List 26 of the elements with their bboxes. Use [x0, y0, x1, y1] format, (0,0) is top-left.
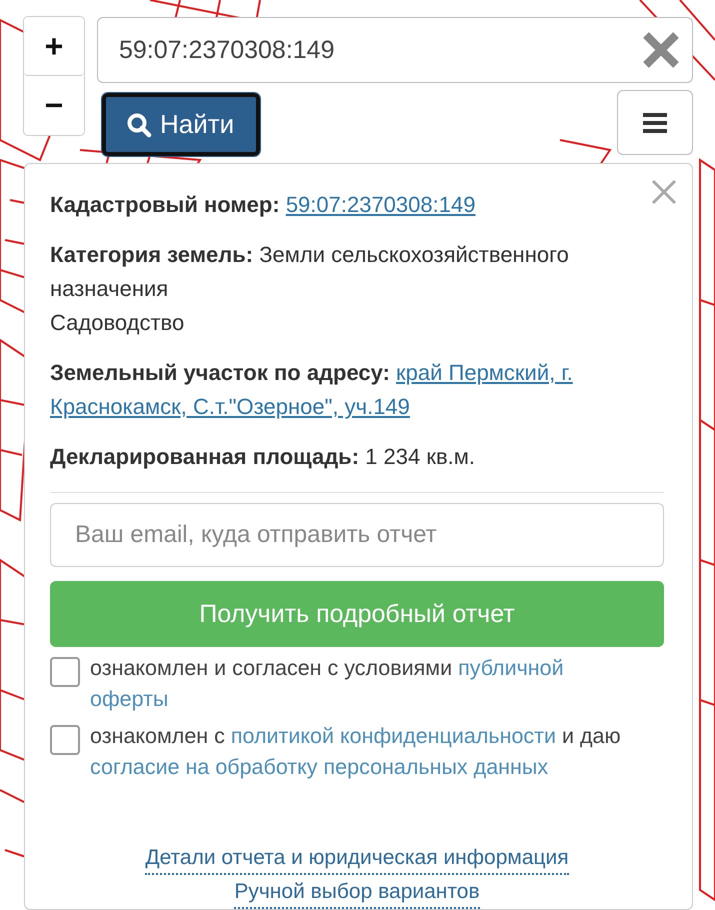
search-field[interactable]: 59:07:2370308:149 — [97, 17, 693, 83]
consent-link[interactable]: оферты — [90, 687, 168, 711]
info-row-text: Земельный участок по адресу: край Пермский, г. Краснокамск, С.т."Озерное", уч.149 — [50, 359, 574, 421]
report-button[interactable]: Получить подробный отчет — [50, 581, 664, 647]
consent-link[interactable]: публичной — [458, 656, 564, 680]
info-link[interactable]: Краснокамск, С.т."Озерное", уч.149 — [50, 394, 410, 419]
search-icon — [126, 112, 152, 138]
zoom-in-button[interactable]: + — [24, 17, 84, 76]
close-button[interactable] — [650, 178, 678, 206]
footer-link[interactable]: Детали отчета и юридическая информация — [145, 843, 569, 875]
consent-link[interactable]: согласие на обработку персональных данных — [90, 755, 548, 779]
info-link[interactable]: 59:07:2370308:149 — [286, 192, 476, 217]
info-row-text: Декларированная площадь: 1 234 кв.м. — [50, 443, 476, 471]
footer-link[interactable]: Ручной выбор вариантов — [234, 877, 480, 909]
consent-link[interactable]: политикой конфиденциальности — [230, 724, 556, 748]
info-link[interactable]: край Пермский, г. — [396, 360, 573, 385]
consent-checkbox[interactable] — [50, 725, 80, 755]
menu-icon — [643, 112, 667, 134]
info-row-text: Кадастровый номер: 59:07:2370308:149 — [50, 191, 476, 219]
clear-icon[interactable] — [641, 30, 681, 70]
find-button[interactable]: Найти — [102, 93, 260, 156]
consent-checkbox[interactable] — [50, 657, 80, 687]
email-field[interactable]: Ваш email, куда отправить отчет — [50, 503, 664, 567]
consent-text: ознакомлен с политикой конфиденциальности и даю согласие на обработку персональных данных — [90, 723, 622, 781]
menu-button[interactable] — [617, 90, 693, 155]
info-row-text: Категория земель: Земли сельскохозяйственного назначения Садоводство — [50, 241, 570, 337]
